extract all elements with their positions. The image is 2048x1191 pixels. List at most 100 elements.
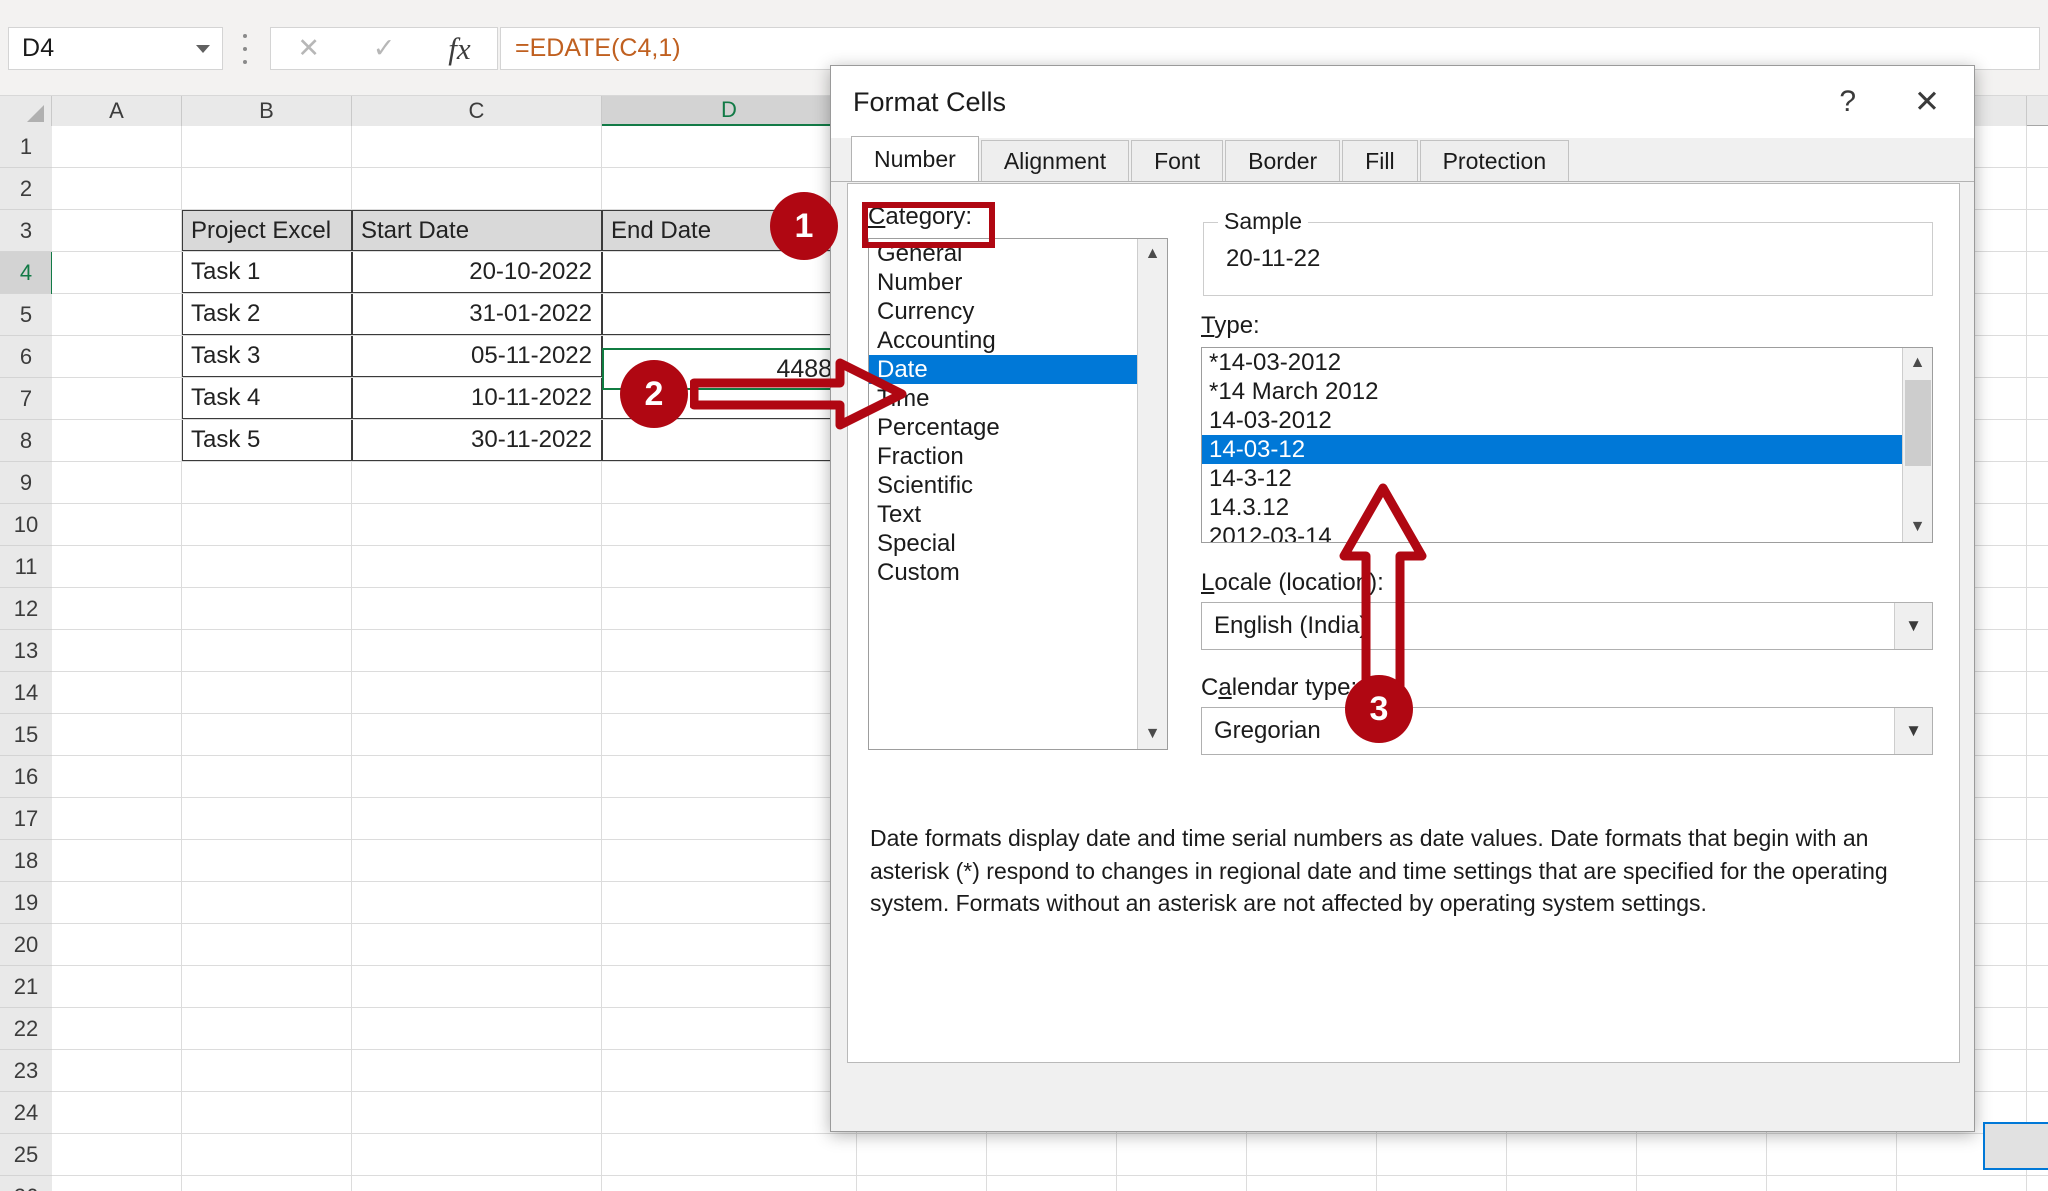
cell-L25[interactable]	[1767, 1134, 1897, 1175]
row-header-4[interactable]: 4	[0, 252, 52, 294]
cell-C22[interactable]	[352, 1008, 602, 1049]
cell-D4[interactable]	[602, 252, 857, 293]
cell-C2[interactable]	[352, 168, 602, 209]
category-item-accounting[interactable]: Accounting	[869, 326, 1137, 355]
calendar-type-combobox[interactable]: Gregorian ▼	[1201, 707, 1933, 755]
row-header-21[interactable]: 21	[0, 966, 52, 1008]
cell-A9[interactable]	[52, 462, 182, 503]
close-icon[interactable]: ✕	[1914, 84, 1940, 120]
row-header-20[interactable]: 20	[0, 924, 52, 966]
cell-C5[interactable]: 31-01-2022	[352, 294, 602, 335]
cell-B24[interactable]	[182, 1092, 352, 1133]
chevron-down-icon[interactable]: ▼	[1894, 708, 1932, 754]
cell-A16[interactable]	[52, 756, 182, 797]
row-header-22[interactable]: 22	[0, 1008, 52, 1050]
row-header-18[interactable]: 18	[0, 840, 52, 882]
cell-A5[interactable]	[52, 294, 182, 335]
cell-G25[interactable]	[1117, 1134, 1247, 1175]
row-header-1[interactable]: 1	[0, 126, 52, 168]
cell-B13[interactable]	[182, 630, 352, 671]
cell-A23[interactable]	[52, 1050, 182, 1091]
cell-A15[interactable]	[52, 714, 182, 755]
cell-A4[interactable]	[52, 252, 182, 293]
cell-F26[interactable]	[987, 1176, 1117, 1191]
type-scrollbar[interactable]: ▲ ▼	[1902, 348, 1932, 542]
tab-protection[interactable]: Protection	[1420, 140, 1570, 181]
cell-B4[interactable]: Task 1	[182, 252, 352, 293]
cell-H26[interactable]	[1247, 1176, 1377, 1191]
cell-A1[interactable]	[52, 126, 182, 167]
cell-D18[interactable]	[602, 840, 857, 881]
cell-D26[interactable]	[602, 1176, 857, 1191]
cell-C21[interactable]	[352, 966, 602, 1007]
category-item-text[interactable]: Text	[869, 500, 1137, 529]
cell-B6[interactable]: Task 3	[182, 336, 352, 377]
category-item-scientific[interactable]: Scientific	[869, 471, 1137, 500]
row-header-26[interactable]: 26	[0, 1176, 52, 1191]
cell-D20[interactable]	[602, 924, 857, 965]
category-item-fraction[interactable]: Fraction	[869, 442, 1137, 471]
cell-D12[interactable]	[602, 588, 857, 629]
cell-B5[interactable]: Task 2	[182, 294, 352, 335]
select-all-corner[interactable]	[0, 96, 52, 126]
name-box[interactable]: D4	[8, 27, 223, 70]
cell-A11[interactable]	[52, 546, 182, 587]
row-header-19[interactable]: 19	[0, 882, 52, 924]
column-header-d[interactable]: D	[602, 96, 857, 126]
column-header-a[interactable]: A	[52, 96, 182, 126]
cell-E26[interactable]	[857, 1176, 987, 1191]
cell-D24[interactable]	[602, 1092, 857, 1133]
cell-B21[interactable]	[182, 966, 352, 1007]
scrollbar-thumb[interactable]	[1905, 380, 1931, 466]
row-header-8[interactable]: 8	[0, 420, 52, 462]
scroll-down-icon[interactable]: ▼	[1138, 719, 1167, 749]
cell-C8[interactable]: 30-11-2022	[352, 420, 602, 461]
cell-A24[interactable]	[52, 1092, 182, 1133]
cell-C7[interactable]: 10-11-2022	[352, 378, 602, 419]
scroll-up-icon[interactable]: ▲	[1903, 348, 1932, 378]
row-header-5[interactable]: 5	[0, 294, 52, 336]
cell-M26[interactable]	[1897, 1176, 2027, 1191]
cell-C13[interactable]	[352, 630, 602, 671]
cell-K25[interactable]	[1637, 1134, 1767, 1175]
locale-combobox[interactable]: English (India) ▼	[1201, 602, 1933, 650]
scroll-down-icon[interactable]: ▼	[1903, 512, 1932, 542]
cell-B3[interactable]: Project Excel	[182, 210, 352, 251]
type-listbox[interactable]: *14-03-2012*14 March 201214-03-201214-03…	[1201, 347, 1933, 543]
cell-H25[interactable]	[1247, 1134, 1377, 1175]
confirm-check-icon[interactable]: ✓	[373, 35, 396, 62]
cell-A20[interactable]	[52, 924, 182, 965]
cell-B19[interactable]	[182, 882, 352, 923]
cell-D25[interactable]	[602, 1134, 857, 1175]
cell-C14[interactable]	[352, 672, 602, 713]
cell-C24[interactable]	[352, 1092, 602, 1133]
cell-B23[interactable]	[182, 1050, 352, 1091]
row-header-25[interactable]: 25	[0, 1134, 52, 1176]
category-item-special[interactable]: Special	[869, 529, 1137, 558]
type-item--14-03-2012[interactable]: *14-03-2012	[1202, 348, 1902, 377]
cell-D19[interactable]	[602, 882, 857, 923]
chevron-down-icon[interactable]: ▼	[1894, 603, 1932, 649]
cell-A3[interactable]	[52, 210, 182, 251]
cell-A6[interactable]	[52, 336, 182, 377]
row-header-23[interactable]: 23	[0, 1050, 52, 1092]
column-header-b[interactable]: B	[182, 96, 352, 126]
cell-D13[interactable]	[602, 630, 857, 671]
row-header-13[interactable]: 13	[0, 630, 52, 672]
cell-B15[interactable]	[182, 714, 352, 755]
cell-I26[interactable]	[1377, 1176, 1507, 1191]
cell-C11[interactable]	[352, 546, 602, 587]
cell-A25[interactable]	[52, 1134, 182, 1175]
category-item-custom[interactable]: Custom	[869, 558, 1137, 587]
insert-function-icon[interactable]: fx	[448, 31, 470, 67]
cell-B20[interactable]	[182, 924, 352, 965]
cell-D17[interactable]	[602, 798, 857, 839]
cell-C19[interactable]	[352, 882, 602, 923]
cell-C3[interactable]: Start Date	[352, 210, 602, 251]
type-item-14-03-2012[interactable]: 14-03-2012	[1202, 406, 1902, 435]
cell-D21[interactable]	[602, 966, 857, 1007]
cell-D16[interactable]	[602, 756, 857, 797]
cell-E25[interactable]	[857, 1134, 987, 1175]
cell-B25[interactable]	[182, 1134, 352, 1175]
cell-D9[interactable]	[602, 462, 857, 503]
